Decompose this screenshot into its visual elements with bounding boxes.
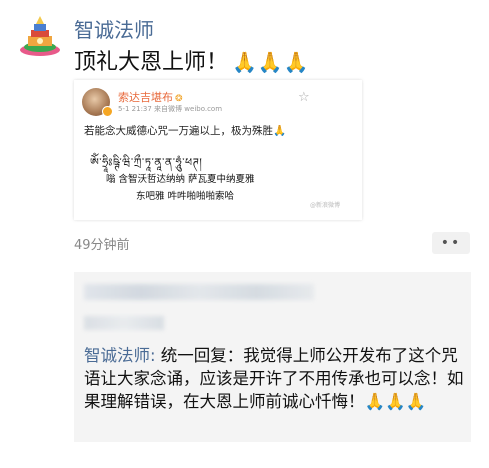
embedded-weibo-screenshot[interactable]: 索达吉堪布 ❂ 5-1 21:37 来自微博 weibo.com ☆ 若能念大威德… <box>74 80 362 220</box>
post-text-body: 顶礼大恩上师！ <box>74 50 229 75</box>
embed-watermark: @新浪微博 <box>310 202 341 209</box>
embed-mantra-line-2: 东吧雅 吽吽啪啪啪索哈 <box>136 191 235 202</box>
embed-mantra-line-1: 嗡 含智沃哲达纳纳 萨瓦夏中纳夏雅 <box>106 174 255 185</box>
verified-badge-icon <box>102 106 113 117</box>
blurred-comment-line <box>84 284 314 300</box>
reply-comment: 智诚法师: 统一回复：我觉得上师公开发布了这个咒语让大家念诵，应该是开许了不用传… <box>84 344 468 413</box>
favorite-star-icon: ☆ <box>298 90 310 105</box>
post-username[interactable]: 智诚法师 <box>74 14 154 43</box>
praying-hands-icon: 🙏🙏🙏 <box>364 392 427 411</box>
blurred-comment-line-2 <box>84 316 164 330</box>
embed-meta: 5-1 21:37 来自微博 weibo.com <box>118 105 223 113</box>
embed-author-name: 索达吉堪布 <box>118 91 173 104</box>
embed-body: 若能念大威德心咒一万遍以上，极为殊胜🙏 <box>84 125 287 137</box>
user-avatar[interactable] <box>18 14 62 58</box>
comment-box: 智诚法师: 统一回复：我觉得上师公开发布了这个咒语让大家念诵，应该是开许了不用传… <box>74 272 471 442</box>
reply-username[interactable]: 智诚法师: <box>84 346 156 365</box>
praying-hands-icon: 🙏🙏🙏 <box>232 50 310 74</box>
stupa-avatar-icon <box>20 16 60 56</box>
post-timestamp: 49分钟前 <box>74 238 130 253</box>
vip-icon: ❂ <box>175 94 183 104</box>
more-options-button[interactable]: •• <box>432 232 470 254</box>
embed-author: 索达吉堪布 ❂ <box>118 89 183 105</box>
post-text: 顶礼大恩上师！ 🙏🙏🙏 <box>74 44 310 76</box>
